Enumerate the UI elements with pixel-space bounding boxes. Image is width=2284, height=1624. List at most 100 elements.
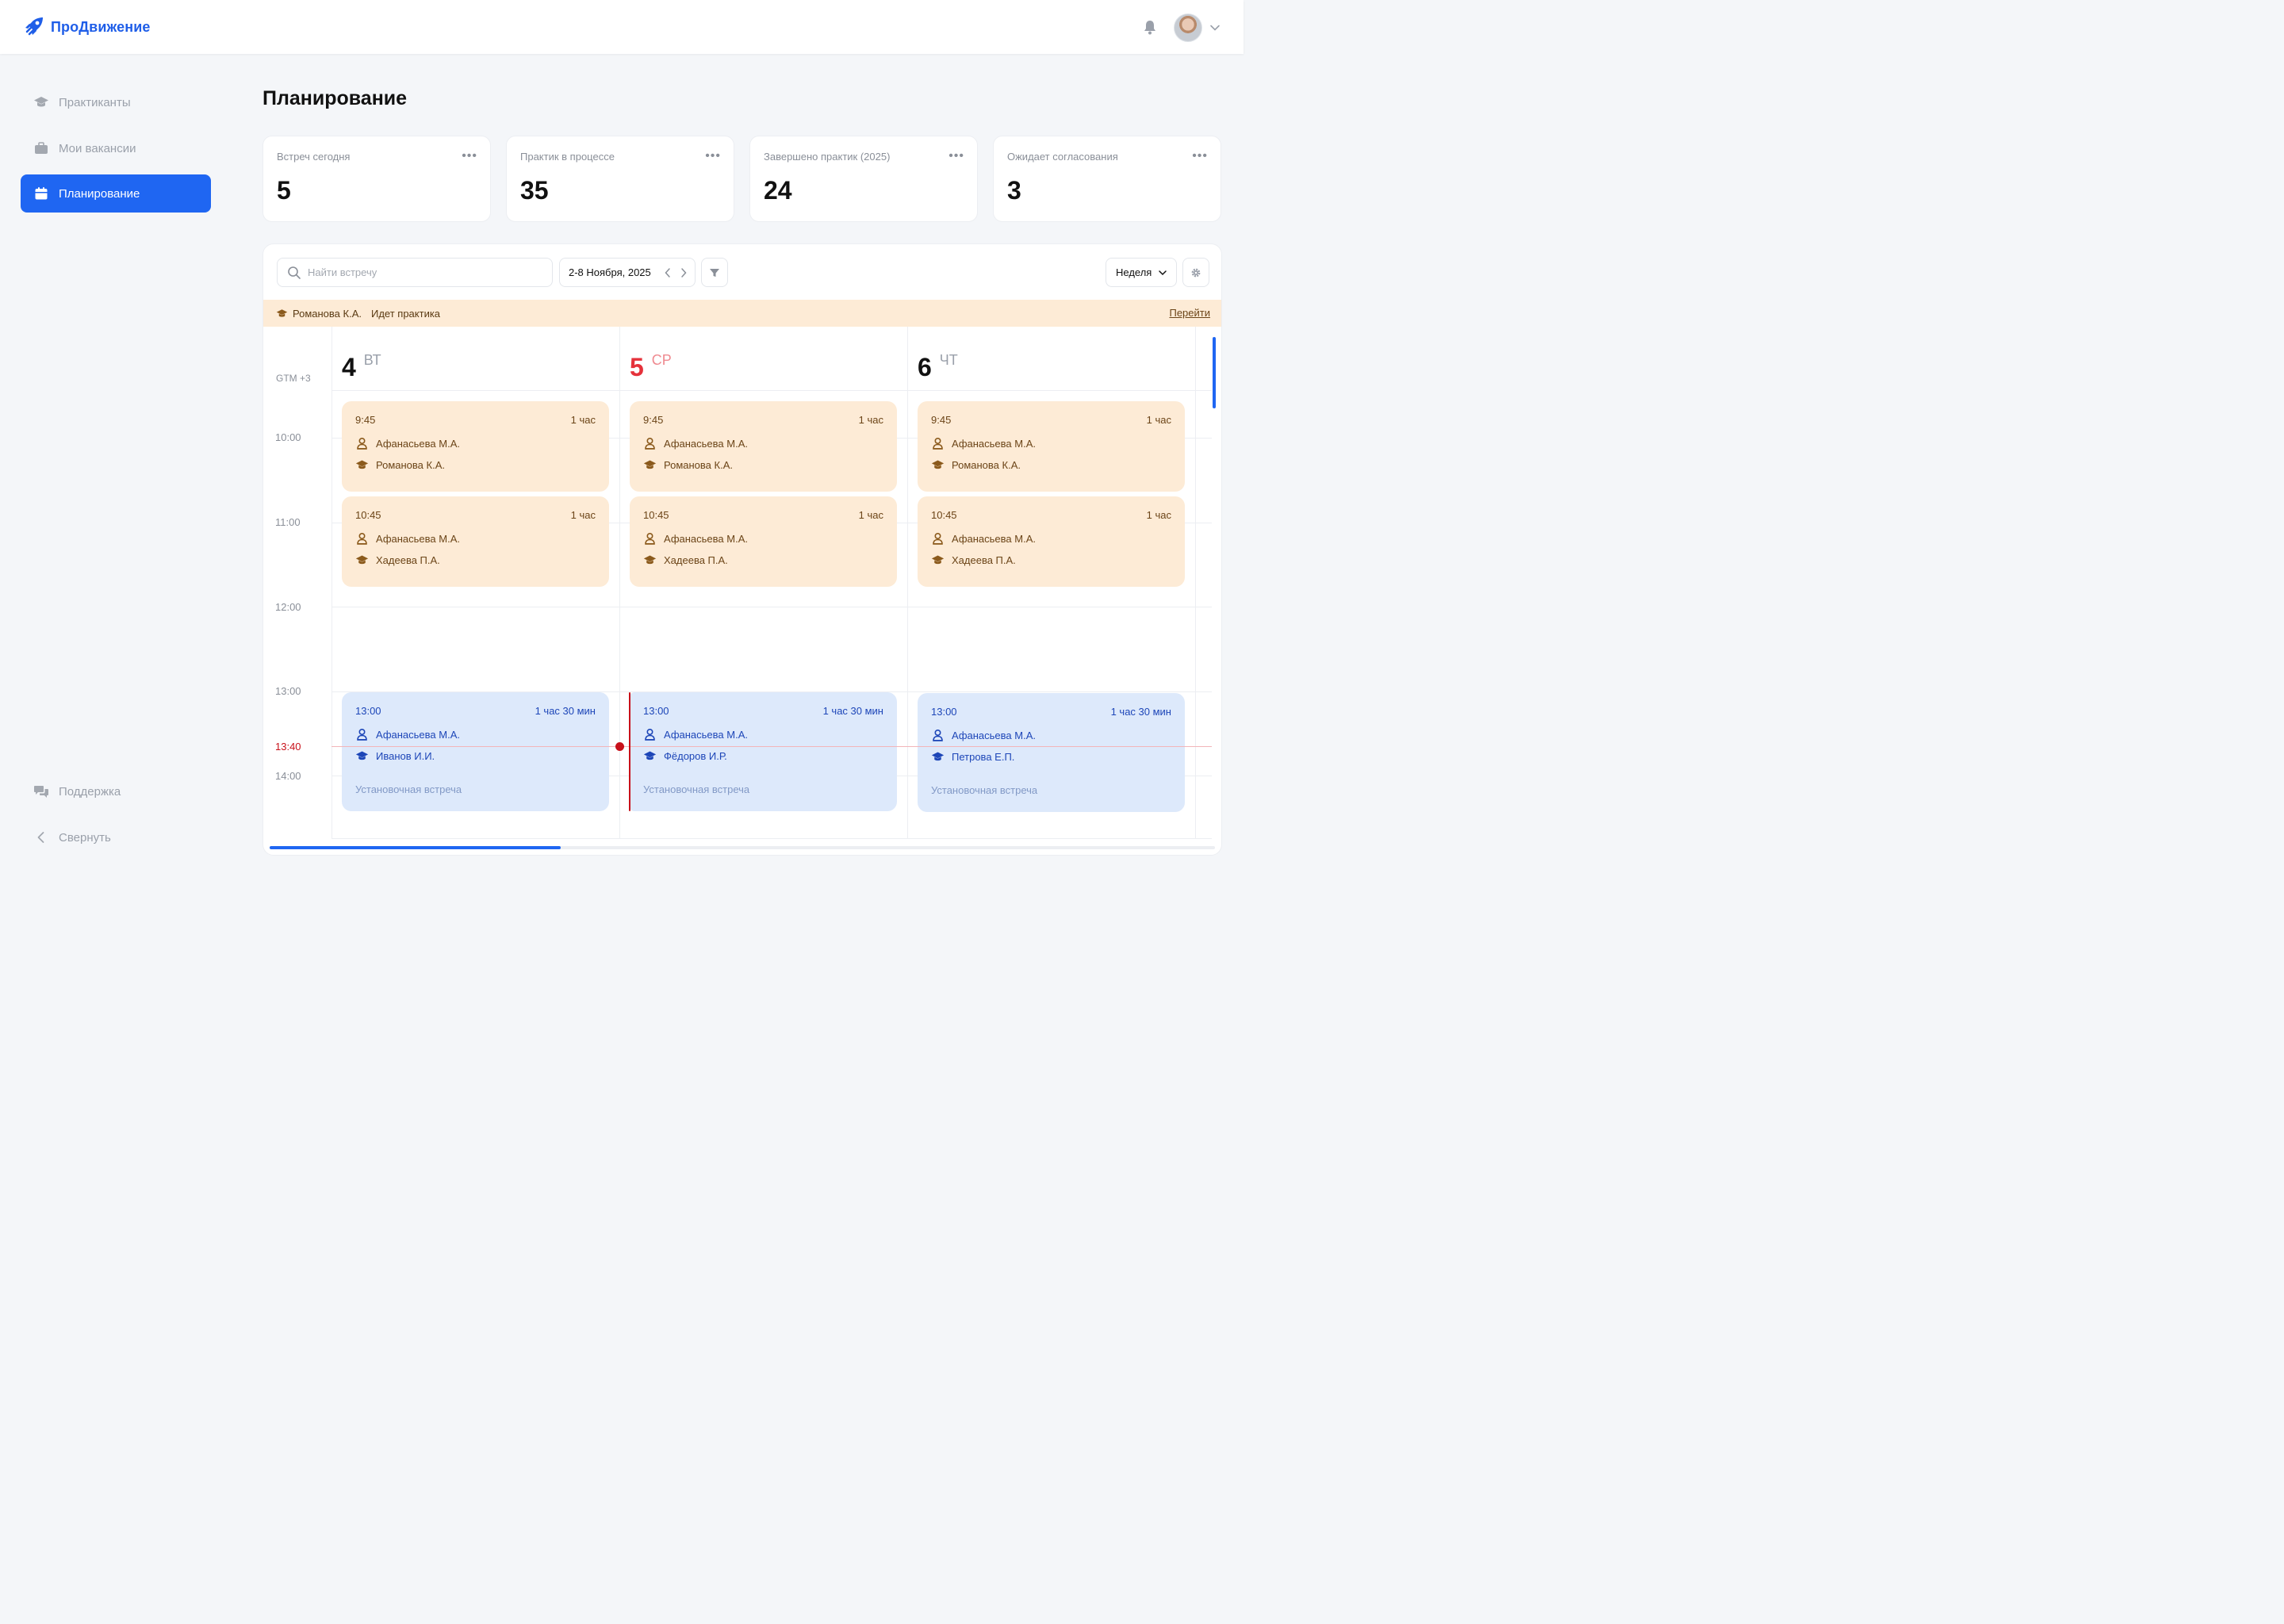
stat-card-pending: Ожидает согласования 3 ••• [993, 136, 1221, 222]
briefcase-icon [35, 142, 48, 154]
more-dots-icon[interactable]: ••• [705, 149, 721, 163]
grid-line [331, 327, 332, 838]
event-card[interactable]: 9:45 1 час Афанасьева М.А. Романова К.А. [630, 401, 897, 492]
current-time-dot [615, 742, 624, 751]
event-note: Установочная встреча [355, 783, 462, 795]
event-mentor: Афанасьева М.А. [931, 437, 1171, 450]
graduation-cap-icon [643, 751, 657, 760]
day-header[interactable]: 4 ВТ [342, 352, 381, 381]
event-duration: 1 час [1146, 414, 1171, 426]
graduation-cap-icon [643, 555, 657, 565]
event-mentor-name: Афанасьева М.А. [952, 438, 1036, 450]
mentor-person-icon [933, 532, 943, 545]
sidebar-collapse[interactable]: Свернуть [21, 818, 211, 856]
horizontal-scrollbar[interactable] [270, 846, 561, 849]
event-intern: Романова К.А. [931, 458, 1171, 472]
view-select[interactable]: Неделя [1106, 258, 1177, 287]
sidebar-item-vacancies[interactable]: Мои вакансии [21, 129, 211, 167]
logo[interactable]: ПроДвижение [22, 16, 150, 38]
current-time-line [331, 746, 1212, 747]
event-time: 9:45 [931, 414, 952, 426]
graduation-cap-icon [34, 97, 48, 107]
event-mentor-name: Афанасьева М.А. [952, 730, 1036, 741]
chevron-down-icon [1159, 270, 1167, 275]
filter-icon [710, 268, 719, 277]
event-card[interactable]: 10:45 1 час Афанасьева М.А. Хадеева П.А. [342, 496, 609, 587]
chevron-left-icon [37, 832, 44, 843]
event-time: 9:45 [643, 414, 664, 426]
day-weekday: ВТ [363, 352, 381, 368]
current-time-label: 13:40 [275, 741, 301, 753]
event-time: 13:00 [643, 705, 669, 717]
active-internship-banner: Романова К.А. Идет практика Перейти [263, 300, 1221, 327]
graduation-cap-icon [355, 751, 369, 760]
event-card[interactable]: 13:00 1 час 30 мин Афанасьева М.А. Петрова … [918, 693, 1185, 812]
day-header[interactable]: 6 ЧТ [918, 352, 958, 381]
settings-button[interactable] [1182, 258, 1209, 287]
event-note: Установочная встреча [931, 784, 1038, 796]
date-range-label: 2-8 Ноября, 2025 [569, 266, 651, 278]
event-card[interactable]: 9:45 1 час Афанасьева М.А. Романова К.А. [918, 401, 1185, 492]
event-intern: Петрова Е.П. [931, 750, 1171, 764]
stat-value: 3 [1007, 176, 1021, 205]
event-time: 9:45 [355, 414, 376, 426]
chevron-left-icon[interactable] [663, 266, 673, 279]
more-dots-icon[interactable]: ••• [462, 149, 477, 163]
event-card[interactable]: 10:45 1 час Афанасьева М.А. Хадеева П.А. [630, 496, 897, 587]
stat-label: Встреч сегодня [277, 151, 351, 163]
chevron-right-icon[interactable] [679, 266, 688, 279]
event-time: 13:00 [931, 706, 957, 718]
sidebar-item-label: Мои вакансии [59, 141, 136, 155]
event-card[interactable]: 13:00 1 час 30 мин Афанасьева М.А. Иванов И… [342, 692, 609, 811]
more-dots-icon[interactable]: ••• [948, 149, 964, 163]
app-name: ПроДвижение [51, 18, 151, 35]
mentor-person-icon [645, 532, 655, 545]
search-box[interactable] [277, 258, 553, 287]
sidebar-item-interns[interactable]: Практиканты [21, 83, 211, 121]
graduation-cap-icon [931, 752, 945, 761]
grid-line [331, 390, 1212, 391]
graduation-cap-icon [355, 460, 369, 469]
stat-label: Ожидает согласования [1007, 151, 1118, 163]
mentor-person-icon [645, 728, 655, 741]
sidebar-item-support[interactable]: Поддержка [21, 772, 211, 810]
day-header-today[interactable]: 5 СР [630, 352, 672, 381]
vertical-scrollbar[interactable] [1213, 337, 1216, 408]
event-mentor: Афанасьева М.А. [643, 728, 883, 741]
more-dots-icon[interactable]: ••• [1192, 149, 1208, 163]
stat-card-completed: Завершено практик (2025) 24 ••• [749, 136, 978, 222]
event-intern-name: Хадеева П.А. [952, 554, 1016, 566]
event-card[interactable]: 10:45 1 час Афанасьева М.А. Хадеева П.А. [918, 496, 1185, 587]
event-time: 10:45 [355, 509, 381, 521]
event-mentor-name: Афанасьева М.А. [664, 533, 748, 545]
event-intern-name: Романова К.А. [952, 459, 1021, 471]
event-duration: 1 час [858, 414, 883, 426]
event-time: 10:45 [643, 509, 669, 521]
filter-button[interactable] [701, 258, 728, 287]
event-time: 10:45 [931, 509, 957, 521]
event-intern-name: Хадеева П.А. [376, 554, 440, 566]
sidebar-item-planning[interactable]: Планирование [21, 174, 211, 213]
time-label: 12:00 [275, 601, 301, 613]
event-card[interactable]: 13:00 1 час 30 мин Афанасьева М.А. Фёдоров … [630, 692, 897, 811]
time-label: 14:00 [275, 770, 301, 782]
mentor-person-icon [933, 729, 943, 741]
top-bar: ПроДвижение [0, 0, 1244, 54]
event-card[interactable]: 9:45 1 час Афанасьева М.А. Романова К.А. [342, 401, 609, 492]
event-mentor-name: Афанасьева М.А. [952, 533, 1036, 545]
day-weekday: ЧТ [939, 352, 958, 368]
sidebar-item-label: Свернуть [59, 830, 111, 845]
search-input[interactable] [308, 266, 538, 278]
date-range-picker[interactable]: 2-8 Ноября, 2025 [559, 258, 696, 287]
calendar-icon [35, 187, 48, 200]
bell-icon[interactable] [1142, 19, 1158, 35]
event-intern-name: Фёдоров И.Р. [664, 750, 727, 762]
event-mentor: Афанасьева М.А. [355, 532, 596, 546]
chevron-down-icon[interactable] [1209, 22, 1221, 33]
banner-goto-link[interactable]: Перейти [1169, 307, 1210, 319]
event-intern-name: Хадеева П.А. [664, 554, 728, 566]
avatar[interactable] [1174, 13, 1202, 42]
event-mentor-name: Афанасьева М.А. [376, 438, 460, 450]
event-intern-name: Романова К.А. [664, 459, 733, 471]
calendar-panel: 2-8 Ноября, 2025 Неделя Романова К.А. Ид… [263, 243, 1222, 856]
